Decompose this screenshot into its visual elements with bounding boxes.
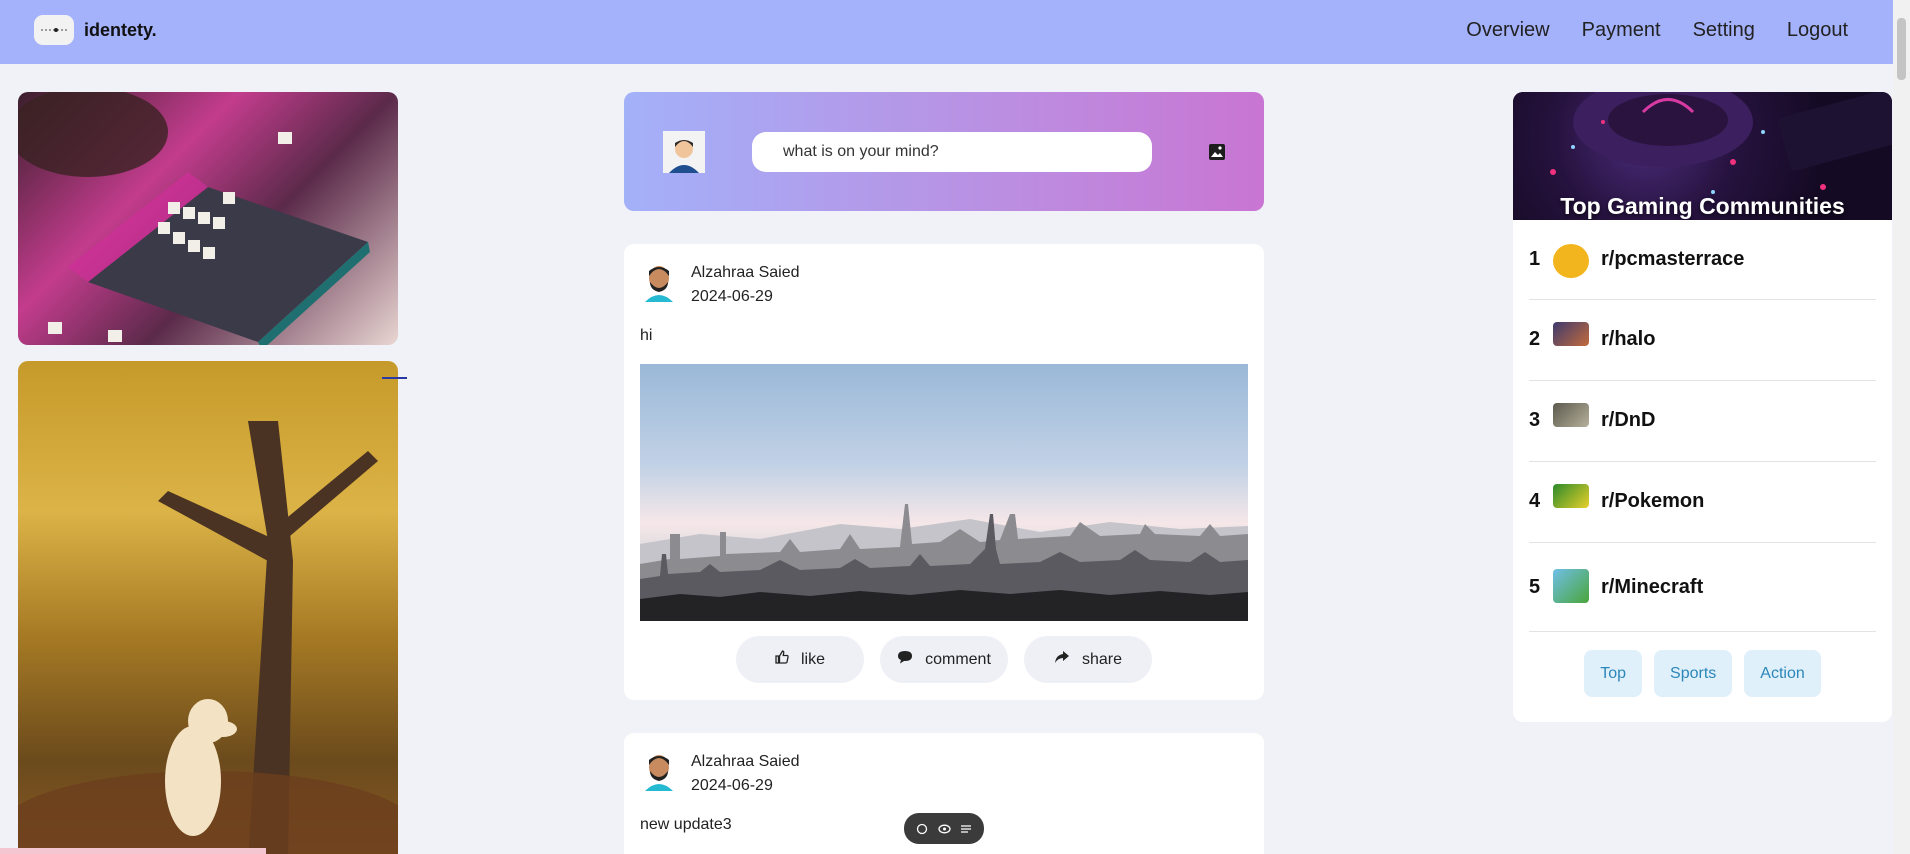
communities-card: Top Gaming Communities 1 r/pcmasterrace … <box>1513 92 1892 722</box>
share-label: share <box>1081 650 1123 668</box>
like-button[interactable]: like <box>736 636 864 683</box>
logo-icon <box>34 15 74 45</box>
post-composer <box>624 92 1264 211</box>
user-avatar[interactable] <box>663 131 705 173</box>
share-icon <box>1054 650 1070 669</box>
scrabble-board-image <box>18 92 398 345</box>
brand-logo[interactable]: identety. <box>34 15 157 45</box>
post-text: new update3 <box>640 816 732 833</box>
gaming-banner-image: Top Gaming Communities <box>1513 92 1892 220</box>
divider-mark <box>382 377 407 379</box>
nav-payment-link[interactable]: Payment <box>1582 19 1661 42</box>
post-text: hi <box>640 327 653 344</box>
dnd-icon <box>1553 403 1589 427</box>
brand-name: identety. <box>84 19 157 40</box>
image-upload-icon[interactable] <box>1202 137 1232 167</box>
post-date: 2024-06-29 <box>691 777 773 794</box>
dog-under-tree-image <box>18 361 398 854</box>
tag-action[interactable]: Action <box>1744 650 1821 697</box>
post-author[interactable]: Alzahraa Saied <box>691 264 800 282</box>
community-rank: 1 <box>1529 248 1541 270</box>
community-rank: 5 <box>1529 576 1541 598</box>
community-name: r/pcmasterrace <box>1601 248 1745 270</box>
tag-sports[interactable]: Sports <box>1654 650 1733 697</box>
community-rank: 3 <box>1529 409 1541 431</box>
community-item[interactable]: 2 r/halo <box>1529 300 1876 381</box>
comment-button[interactable]: comment <box>880 636 1008 683</box>
community-tags: Top Sports Action <box>1513 650 1892 697</box>
pcmasterrace-icon <box>1553 244 1589 278</box>
chat-icon[interactable] <box>915 822 929 836</box>
share-button[interactable]: share <box>1024 636 1152 683</box>
nav-setting-link[interactable]: Setting <box>1693 19 1755 42</box>
floating-toolbar <box>904 813 984 844</box>
like-label: like <box>800 650 825 668</box>
halo-icon <box>1553 322 1589 346</box>
comment-icon <box>897 650 913 669</box>
community-item[interactable]: 3 r/DnD <box>1529 381 1876 462</box>
post-card: Alzahraa Saied 2024-06-29 hi like commen… <box>624 244 1264 700</box>
pokemon-icon <box>1553 484 1589 508</box>
minecraft-icon <box>1553 569 1589 603</box>
eye-icon[interactable] <box>937 822 951 836</box>
community-name: r/Minecraft <box>1601 576 1704 598</box>
city-skyline-image <box>640 364 1248 621</box>
nav-overview-link[interactable]: Overview <box>1466 19 1549 42</box>
community-item[interactable]: 4 r/Pokemon <box>1529 462 1876 543</box>
nav-logout-link[interactable]: Logout <box>1787 19 1848 42</box>
community-name: r/halo <box>1601 328 1656 350</box>
menu-icon[interactable] <box>959 822 973 836</box>
author-avatar-icon[interactable] <box>641 751 677 791</box>
community-item[interactable]: 5 r/Minecraft <box>1529 543 1876 632</box>
bottom-strip <box>0 848 266 854</box>
tag-top[interactable]: Top <box>1584 650 1643 697</box>
community-name: r/DnD <box>1601 409 1656 431</box>
author-avatar-icon[interactable] <box>641 262 677 302</box>
post-date: 2024-06-29 <box>691 288 773 305</box>
post-actions: like comment share <box>624 636 1264 683</box>
top-navbar: identety. Overview Payment Setting Logou… <box>0 0 1893 64</box>
page-scrollbar[interactable] <box>1893 0 1910 854</box>
communities-title: Top Gaming Communities <box>1560 193 1845 219</box>
community-rank: 2 <box>1529 328 1541 350</box>
nav-links: Overview Payment Setting Logout <box>1466 19 1848 42</box>
scrollbar-thumb[interactable] <box>1897 18 1906 80</box>
thumbs-up-icon <box>775 650 789 669</box>
post-input[interactable] <box>752 132 1152 172</box>
community-name: r/Pokemon <box>1601 490 1705 512</box>
community-item[interactable]: 1 r/pcmasterrace <box>1529 220 1876 300</box>
post-author[interactable]: Alzahraa Saied <box>691 753 800 771</box>
community-rank: 4 <box>1529 490 1541 512</box>
comment-label: comment <box>925 650 991 668</box>
